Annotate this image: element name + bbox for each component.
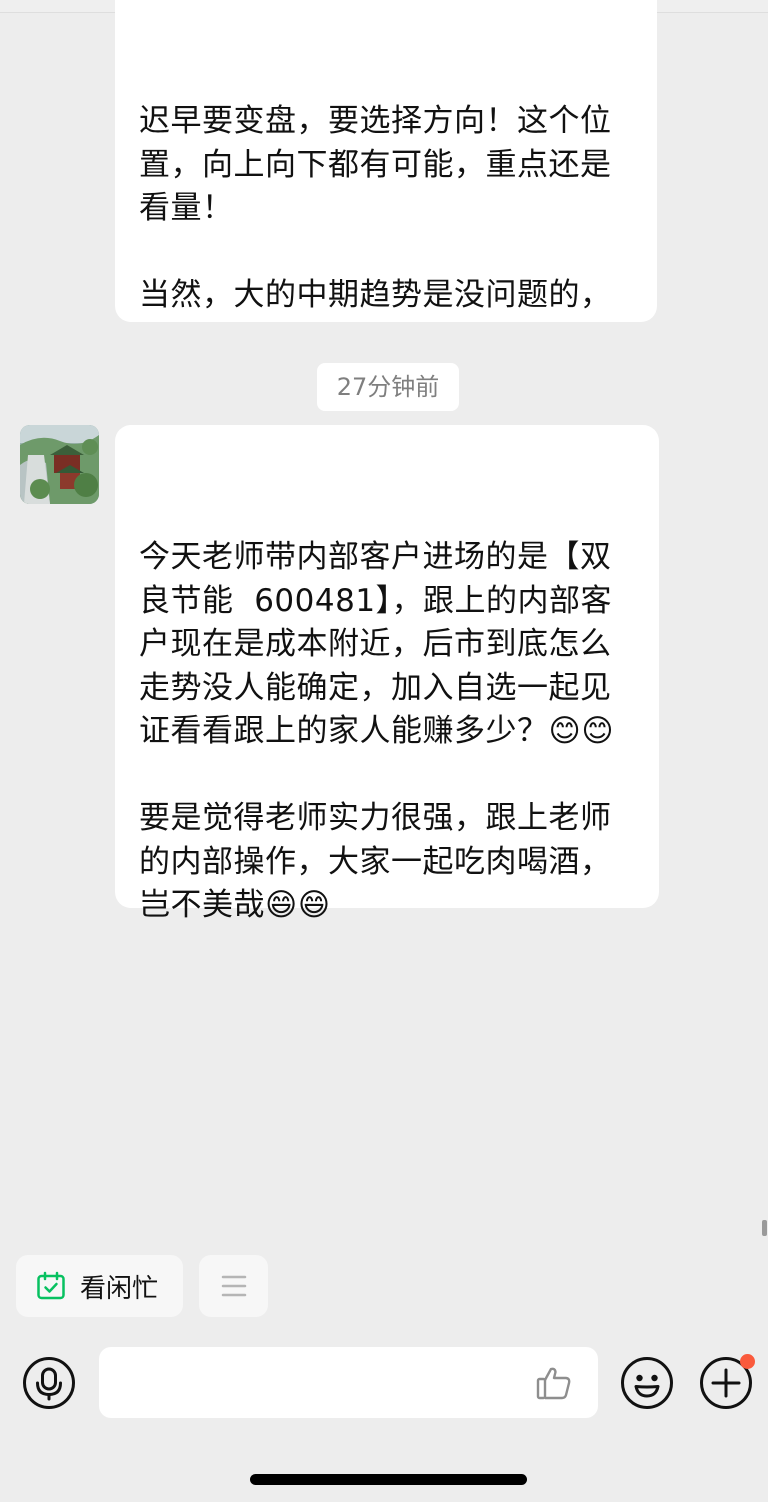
voice-button[interactable] bbox=[22, 1356, 76, 1410]
message-bubble[interactable]: 今天老师带内部客户进场的是【双良节能 600481】，跟上的内部客户现在是成本附… bbox=[115, 425, 659, 923]
timestamp: 27分钟前 bbox=[317, 363, 459, 411]
emoji-button[interactable] bbox=[620, 1356, 674, 1410]
home-indicator[interactable] bbox=[250, 1474, 527, 1485]
message-text: 迟早要变盘，要选择方向！这个位置，向上向下都有可能，重点还是看量！ 当然，大的中… bbox=[139, 103, 612, 322]
message-text: 今天老师带内部客户进场的是【双良节能 600481】，跟上的内部客户现在是成本附… bbox=[139, 539, 615, 923]
message-input[interactable] bbox=[99, 1347, 598, 1418]
avatar[interactable] bbox=[20, 425, 99, 504]
emoji-icon bbox=[621, 1357, 673, 1409]
calendar-check-icon bbox=[37, 1271, 65, 1300]
schedule-chip[interactable]: 看闲忙 bbox=[16, 1255, 183, 1317]
notification-dot bbox=[740, 1354, 755, 1369]
thumbs-up-icon[interactable] bbox=[535, 1364, 573, 1402]
menu-lines-icon bbox=[221, 1275, 246, 1297]
landscape-avatar-icon bbox=[20, 425, 99, 504]
menu-chip[interactable] bbox=[199, 1255, 268, 1317]
schedule-label: 看闲忙 bbox=[80, 1273, 159, 1304]
message-bubble[interactable]: 迟早要变盘，要选择方向！这个位置，向上向下都有可能，重点还是看量！ 当然，大的中… bbox=[115, 0, 657, 322]
voice-icon bbox=[23, 1357, 75, 1409]
scroll-indicator bbox=[762, 1220, 767, 1236]
